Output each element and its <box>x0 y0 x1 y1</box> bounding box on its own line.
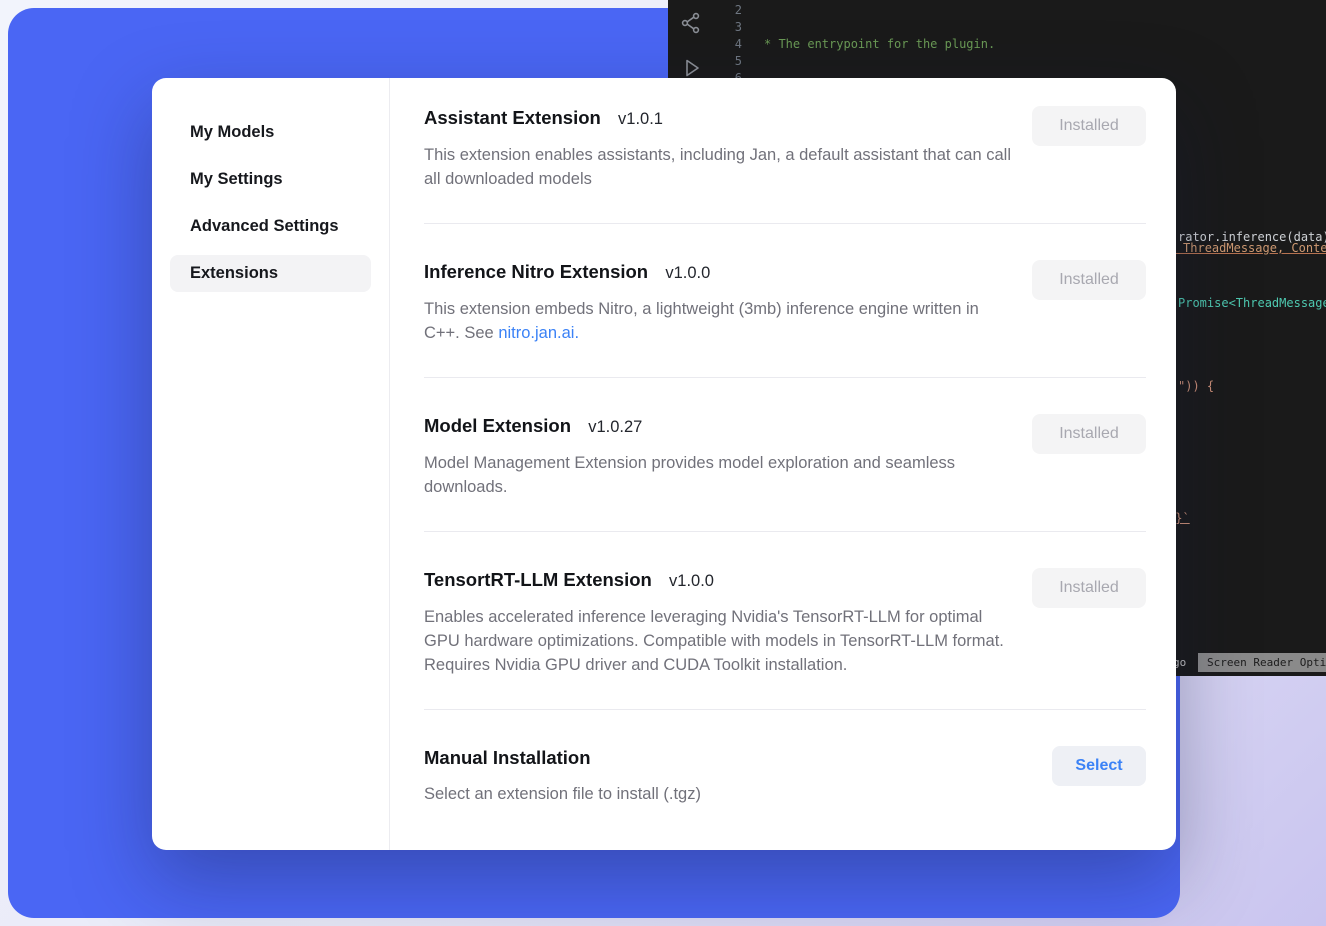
extension-name: Manual Installation <box>424 747 591 768</box>
extension-info: TensortRT-LLM Extension v1.0.0 Enables a… <box>424 568 1012 677</box>
sidebar-item-my-models[interactable]: My Models <box>170 114 371 151</box>
extension-block-assistant: Assistant Extension v1.0.1 This extensio… <box>424 106 1146 191</box>
sidebar-item-advanced-settings[interactable]: Advanced Settings <box>170 208 371 245</box>
extension-description: Enables accelerated inference leveraging… <box>424 605 1012 677</box>
settings-modal: My Models My Settings Advanced Settings … <box>152 78 1176 850</box>
extension-title: TensortRT-LLM Extension v1.0.0 <box>424 568 1012 593</box>
divider <box>424 377 1146 378</box>
installed-button[interactable]: Installed <box>1032 106 1146 146</box>
installed-button[interactable]: Installed <box>1032 414 1146 454</box>
line-number-gutter: 2 3 4 5 6 <box>716 2 742 87</box>
extension-info: Manual Installation Select an extension … <box>424 746 701 806</box>
sidebar-item-extensions[interactable]: Extensions <box>170 255 371 292</box>
divider <box>424 223 1146 224</box>
installed-button[interactable]: Installed <box>1032 568 1146 608</box>
line-number: 4 <box>716 36 742 53</box>
extension-version: v1.0.0 <box>669 572 714 590</box>
extension-block-tensorrt: TensortRT-LLM Extension v1.0.0 Enables a… <box>424 568 1146 677</box>
settings-sidebar: My Models My Settings Advanced Settings … <box>152 78 390 850</box>
manual-installation-block: Manual Installation Select an extension … <box>424 746 1146 806</box>
extension-version: v1.0.1 <box>618 110 663 128</box>
divider <box>424 709 1146 710</box>
divider <box>424 531 1146 532</box>
manual-installation-description: Select an extension file to install (.tg… <box>424 782 701 806</box>
manual-installation-title: Manual Installation <box>424 746 701 770</box>
extension-title: Inference Nitro Extension v1.0.0 <box>424 260 1012 285</box>
extension-description: Model Management Extension provides mode… <box>424 451 1012 499</box>
extension-title: Model Extension v1.0.27 <box>424 414 1012 439</box>
code-fragment: rator.inference(data)); <box>1178 230 1326 245</box>
screen-reader-status-chip[interactable]: Screen Reader Optimized <box>1198 653 1326 672</box>
extension-info: Assistant Extension v1.0.1 This extensio… <box>424 106 1012 191</box>
code-fragment: ")) { <box>1178 379 1214 394</box>
extension-description: This extension enables assistants, inclu… <box>424 143 1012 191</box>
extension-description: This extension embeds Nitro, a lightweig… <box>424 297 1012 345</box>
installed-button[interactable]: Installed <box>1032 260 1146 300</box>
extensions-panel: Assistant Extension v1.0.1 This extensio… <box>390 78 1176 850</box>
extension-name: Inference Nitro Extension <box>424 261 648 282</box>
extension-name: Assistant Extension <box>424 107 601 128</box>
line-number: 2 <box>716 2 742 19</box>
sidebar-item-my-settings[interactable]: My Settings <box>170 161 371 198</box>
extension-name: Model Extension <box>424 415 571 436</box>
extension-block-model: Model Extension v1.0.27 Model Management… <box>424 414 1146 499</box>
git-fork-icon[interactable] <box>679 11 703 38</box>
extension-title: Assistant Extension v1.0.1 <box>424 106 1012 131</box>
extension-version: v1.0.27 <box>588 418 642 436</box>
line-number: 3 <box>716 19 742 36</box>
extension-version: v1.0.0 <box>665 264 710 282</box>
extension-name: TensortRT-LLM Extension <box>424 569 652 590</box>
select-file-button[interactable]: Select <box>1052 746 1146 786</box>
code-fragment: Promise<ThreadMessage> <box>1178 296 1326 311</box>
code-line: * The entrypoint for the plugin. <box>764 36 1326 53</box>
extension-info: Model Extension v1.0.27 Model Management… <box>424 414 1012 499</box>
extension-block-nitro: Inference Nitro Extension v1.0.0 This ex… <box>424 260 1146 345</box>
nitro-jan-ai-link[interactable]: nitro.jan.ai. <box>498 324 579 342</box>
line-number: 5 <box>716 53 742 70</box>
extension-info: Inference Nitro Extension v1.0.0 This ex… <box>424 260 1012 345</box>
